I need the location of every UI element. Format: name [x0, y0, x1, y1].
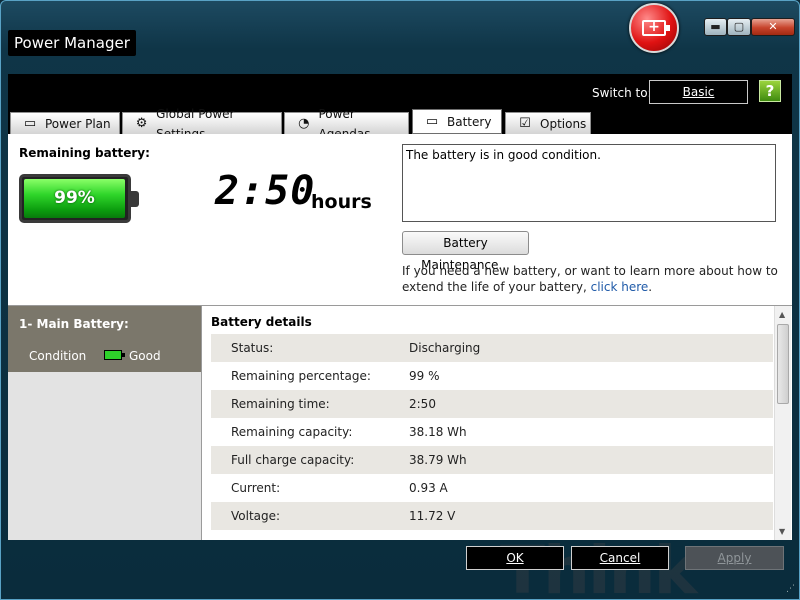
detail-key: Remaining time: [231, 397, 330, 411]
detail-value: 11.72 V [409, 509, 456, 523]
detail-key: Voltage: [231, 509, 281, 523]
detail-row-status: Status: Discharging [211, 334, 773, 362]
battery-details-panel: Battery details Status: Discharging Rema… [201, 305, 792, 540]
gear-icon: ⚙ [135, 115, 148, 131]
document-icon: ▭ [23, 115, 37, 131]
tab-label: Battery [447, 114, 492, 129]
details-scrollbar[interactable]: ▲ ▼ [774, 306, 791, 540]
battery-gauge-nub [131, 191, 139, 207]
detail-key: Current: [231, 481, 281, 495]
battery-icon: ▭ [425, 113, 439, 129]
tab-power-agendas[interactable]: ◔ Power Agendas [284, 107, 409, 141]
detail-value: 2:50 [409, 397, 436, 411]
battery-maintenance-button[interactable]: Battery Maintenance... [402, 231, 529, 272]
ok-button[interactable]: OK [466, 546, 564, 570]
tab-label: Options [540, 116, 587, 131]
battery-condition-icon-nub [122, 353, 125, 357]
detail-key: Remaining percentage: [231, 369, 371, 383]
battery-nub [666, 25, 670, 31]
checkbox-icon: ☑ [519, 115, 531, 131]
detail-row-remaining-percentage: Remaining percentage: 99 % [211, 362, 773, 390]
click-here-link[interactable]: click here [591, 280, 649, 294]
remaining-time-unit: hours [311, 191, 372, 213]
battery-gauge: 99% [19, 174, 131, 223]
switch-to-label: Switch to: [592, 86, 652, 100]
detail-key: Full charge capacity: [231, 453, 355, 467]
detail-key: Status: [231, 341, 274, 355]
help-icon[interactable]: ? [759, 80, 781, 102]
battery-info-text: If you need a new battery, or want to le… [402, 263, 782, 295]
condition-label: Condition [29, 349, 87, 363]
tab-battery[interactable]: ▭ Battery [412, 109, 502, 134]
detail-value: Discharging [409, 341, 481, 355]
remaining-battery-label: Remaining battery: [19, 146, 150, 160]
info-text-suffix: . [648, 280, 653, 294]
remaining-time-digits: 2:50 [215, 168, 316, 214]
window-title: Power Manager [8, 30, 136, 56]
tab-options[interactable]: ☑ Options [505, 112, 591, 134]
power-manager-battery-icon: + [629, 3, 679, 53]
battery-gauge-fill: 99% [24, 179, 125, 218]
basic-mode-button[interactable]: Basic [649, 80, 748, 104]
battery-list-panel: 1- Main Battery: Condition Good [8, 305, 201, 540]
close-button[interactable]: ✕ [751, 18, 795, 36]
battery-plus-icon: + [642, 20, 666, 36]
scroll-down-icon[interactable]: ▼ [779, 527, 785, 536]
detail-value: 38.18 Wh [409, 425, 467, 439]
detail-value: 99 % [409, 369, 440, 383]
apply-button[interactable]: Apply [685, 546, 784, 570]
detail-value: 0.93 A [409, 481, 448, 495]
scrollbar-thumb[interactable] [777, 324, 789, 404]
tab-power-plan[interactable]: ▭ Power Plan [10, 112, 120, 134]
main-battery-label: 1- Main Battery: [19, 317, 129, 331]
calendar-clock-icon: ◔ [298, 115, 310, 131]
tab-label: Power Plan [45, 116, 111, 131]
detail-row-remaining-capacity: Remaining capacity: 38.18 Wh [211, 418, 773, 446]
maximize-button[interactable]: ▢ [727, 18, 751, 36]
scroll-up-icon[interactable]: ▲ [779, 310, 785, 319]
battery-condition-icon [104, 350, 122, 360]
detail-row-full-charge-capacity: Full charge capacity: 38.79 Wh [211, 446, 773, 474]
cancel-button[interactable]: Cancel [571, 546, 669, 570]
condition-value: Good [129, 349, 161, 363]
header-bar: Switch to: Basic ? ▭ Power Plan ⚙ Global… [8, 74, 792, 141]
battery-tab-content: Remaining battery: 99% 2:50 hours The ba… [8, 134, 792, 540]
battery-details-title: Battery details [211, 315, 312, 329]
detail-row-remaining-time: Remaining time: 2:50 [211, 390, 773, 418]
main-battery-item[interactable]: 1- Main Battery: Condition Good [8, 306, 201, 372]
detail-key: Remaining capacity: [231, 425, 353, 439]
detail-row-voltage: Voltage: 11.72 V [211, 502, 773, 530]
battery-status-box: The battery is in good condition. [402, 144, 776, 222]
detail-row-current: Current: 0.93 A [211, 474, 773, 502]
detail-value: 38.79 Wh [409, 453, 467, 467]
minimize-button[interactable]: ▬ [704, 18, 727, 36]
resize-grip-icon[interactable]: ⋰ [786, 584, 795, 594]
tab-global-power-settings[interactable]: ⚙ Global Power Settings [122, 107, 282, 141]
